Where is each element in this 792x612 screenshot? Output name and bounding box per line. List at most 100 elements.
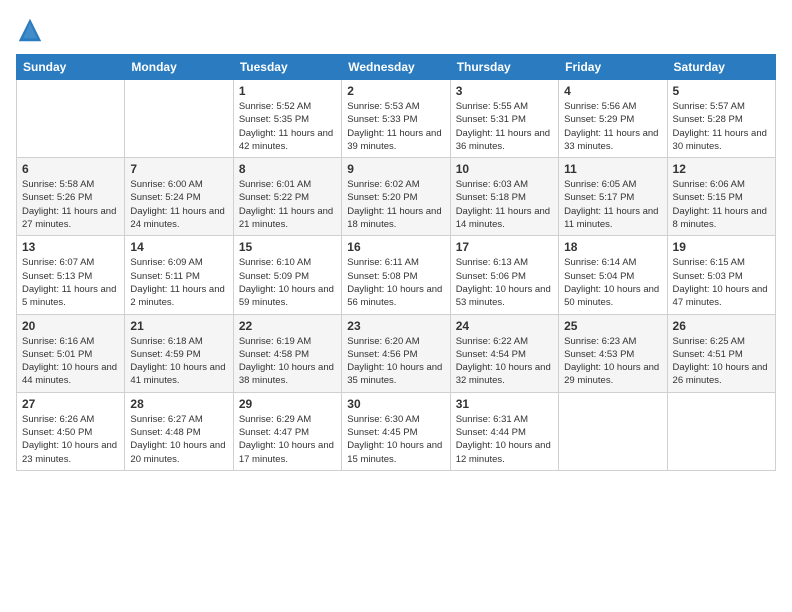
day-number: 17 xyxy=(456,240,553,254)
weekday-header: Sunday xyxy=(17,55,125,80)
calendar-cell: 19 Sunrise: 6:15 AM Sunset: 5:03 PM Dayli… xyxy=(667,236,775,314)
day-number: 23 xyxy=(347,319,444,333)
calendar-cell: 18Sunrise: 6:14 AM Sunset: 5:04 PM Dayli… xyxy=(559,236,667,314)
calendar-week-row: 1 Sunrise: 5:52 AM Sunset: 5:35 PM Daylig… xyxy=(17,80,776,158)
calendar-cell: 28 Sunrise: 6:27 AM Sunset: 4:48 PM Dayli… xyxy=(125,392,233,470)
day-info: Sunrise: 6:01 AM Sunset: 5:22 PM Dayligh… xyxy=(239,178,336,231)
day-info: Sunrise: 6:09 AM Sunset: 5:11 PM Dayligh… xyxy=(130,256,227,309)
calendar-header-row: SundayMondayTuesdayWednesdayThursdayFrid… xyxy=(17,55,776,80)
day-number: 1 xyxy=(239,84,336,98)
day-number: 3 xyxy=(456,84,553,98)
weekday-header: Friday xyxy=(559,55,667,80)
calendar-cell: 11Sunrise: 6:05 AM Sunset: 5:17 PM Dayli… xyxy=(559,158,667,236)
day-info: Sunrise: 6:15 AM Sunset: 5:03 PM Dayligh… xyxy=(673,256,770,309)
day-info: Sunrise: 6:18 AM Sunset: 4:59 PM Dayligh… xyxy=(130,335,227,388)
day-info: Sunrise: 6:22 AM Sunset: 4:54 PM Dayligh… xyxy=(456,335,553,388)
calendar-cell: 3 Sunrise: 5:55 AM Sunset: 5:31 PM Daylig… xyxy=(450,80,558,158)
day-number: 12 xyxy=(673,162,770,176)
calendar-cell: 15 Sunrise: 6:10 AM Sunset: 5:09 PM Dayli… xyxy=(233,236,341,314)
day-info: Sunrise: 6:20 AM Sunset: 4:56 PM Dayligh… xyxy=(347,335,444,388)
calendar-cell: 16 Sunrise: 6:11 AM Sunset: 5:08 PM Dayli… xyxy=(342,236,450,314)
day-info: Sunrise: 6:05 AM Sunset: 5:17 PM Dayligh… xyxy=(564,178,661,231)
weekday-header: Thursday xyxy=(450,55,558,80)
weekday-header: Wednesday xyxy=(342,55,450,80)
day-number: 21 xyxy=(130,319,227,333)
calendar-week-row: 13 Sunrise: 6:07 AM Sunset: 5:13 PM Dayli… xyxy=(17,236,776,314)
calendar-cell: 8 Sunrise: 6:01 AM Sunset: 5:22 PM Daylig… xyxy=(233,158,341,236)
calendar-cell: 4 Sunrise: 5:56 AM Sunset: 5:29 PM Daylig… xyxy=(559,80,667,158)
calendar-cell: 23 Sunrise: 6:20 AM Sunset: 4:56 PM Dayli… xyxy=(342,314,450,392)
weekday-header: Tuesday xyxy=(233,55,341,80)
day-info: Sunrise: 6:07 AM Sunset: 5:13 PM Dayligh… xyxy=(22,256,119,309)
calendar-cell: 21 Sunrise: 6:18 AM Sunset: 4:59 PM Dayli… xyxy=(125,314,233,392)
calendar-cell: 27Sunrise: 6:26 AM Sunset: 4:50 PM Dayli… xyxy=(17,392,125,470)
day-number: 10 xyxy=(456,162,553,176)
day-info: Sunrise: 5:58 AM Sunset: 5:26 PM Dayligh… xyxy=(22,178,119,231)
calendar-cell: 5 Sunrise: 5:57 AM Sunset: 5:28 PM Daylig… xyxy=(667,80,775,158)
day-info: Sunrise: 6:02 AM Sunset: 5:20 PM Dayligh… xyxy=(347,178,444,231)
day-number: 4 xyxy=(564,84,661,98)
day-number: 26 xyxy=(673,319,770,333)
day-info: Sunrise: 5:52 AM Sunset: 5:35 PM Dayligh… xyxy=(239,100,336,153)
day-number: 15 xyxy=(239,240,336,254)
calendar-cell: 30 Sunrise: 6:30 AM Sunset: 4:45 PM Dayli… xyxy=(342,392,450,470)
day-info: Sunrise: 5:56 AM Sunset: 5:29 PM Dayligh… xyxy=(564,100,661,153)
day-number: 2 xyxy=(347,84,444,98)
day-info: Sunrise: 6:27 AM Sunset: 4:48 PM Dayligh… xyxy=(130,413,227,466)
calendar-cell: 22 Sunrise: 6:19 AM Sunset: 4:58 PM Dayli… xyxy=(233,314,341,392)
day-number: 13 xyxy=(22,240,119,254)
day-info: Sunrise: 6:10 AM Sunset: 5:09 PM Dayligh… xyxy=(239,256,336,309)
calendar-cell: 6 Sunrise: 5:58 AM Sunset: 5:26 PM Daylig… xyxy=(17,158,125,236)
day-info: Sunrise: 6:19 AM Sunset: 4:58 PM Dayligh… xyxy=(239,335,336,388)
day-info: Sunrise: 6:23 AM Sunset: 4:53 PM Dayligh… xyxy=(564,335,661,388)
day-number: 7 xyxy=(130,162,227,176)
day-info: Sunrise: 6:25 AM Sunset: 4:51 PM Dayligh… xyxy=(673,335,770,388)
calendar-week-row: 6 Sunrise: 5:58 AM Sunset: 5:26 PM Daylig… xyxy=(17,158,776,236)
calendar-cell: 29 Sunrise: 6:29 AM Sunset: 4:47 PM Dayli… xyxy=(233,392,341,470)
page-header xyxy=(16,16,776,44)
day-number: 24 xyxy=(456,319,553,333)
day-info: Sunrise: 6:16 AM Sunset: 5:01 PM Dayligh… xyxy=(22,335,119,388)
calendar-cell: 13 Sunrise: 6:07 AM Sunset: 5:13 PM Dayli… xyxy=(17,236,125,314)
day-number: 5 xyxy=(673,84,770,98)
day-number: 8 xyxy=(239,162,336,176)
calendar-cell: 9Sunrise: 6:02 AM Sunset: 5:20 PM Daylig… xyxy=(342,158,450,236)
day-number: 19 xyxy=(673,240,770,254)
day-info: Sunrise: 6:11 AM Sunset: 5:08 PM Dayligh… xyxy=(347,256,444,309)
day-number: 25 xyxy=(564,319,661,333)
day-info: Sunrise: 6:00 AM Sunset: 5:24 PM Dayligh… xyxy=(130,178,227,231)
calendar-cell: 26 Sunrise: 6:25 AM Sunset: 4:51 PM Dayli… xyxy=(667,314,775,392)
calendar-cell xyxy=(125,80,233,158)
calendar-week-row: 27Sunrise: 6:26 AM Sunset: 4:50 PM Dayli… xyxy=(17,392,776,470)
calendar-cell: 24 Sunrise: 6:22 AM Sunset: 4:54 PM Dayli… xyxy=(450,314,558,392)
day-info: Sunrise: 6:14 AM Sunset: 5:04 PM Dayligh… xyxy=(564,256,661,309)
day-info: Sunrise: 6:29 AM Sunset: 4:47 PM Dayligh… xyxy=(239,413,336,466)
day-number: 28 xyxy=(130,397,227,411)
calendar-cell: 25 Sunrise: 6:23 AM Sunset: 4:53 PM Dayli… xyxy=(559,314,667,392)
day-number: 20 xyxy=(22,319,119,333)
day-info: Sunrise: 6:26 AM Sunset: 4:50 PM Dayligh… xyxy=(22,413,119,466)
calendar-cell xyxy=(17,80,125,158)
calendar-table: SundayMondayTuesdayWednesdayThursdayFrid… xyxy=(16,54,776,471)
day-info: Sunrise: 5:57 AM Sunset: 5:28 PM Dayligh… xyxy=(673,100,770,153)
calendar-cell xyxy=(559,392,667,470)
calendar-cell: 20 Sunrise: 6:16 AM Sunset: 5:01 PM Dayli… xyxy=(17,314,125,392)
calendar-cell: 31 Sunrise: 6:31 AM Sunset: 4:44 PM Dayli… xyxy=(450,392,558,470)
day-info: Sunrise: 6:31 AM Sunset: 4:44 PM Dayligh… xyxy=(456,413,553,466)
day-info: Sunrise: 6:30 AM Sunset: 4:45 PM Dayligh… xyxy=(347,413,444,466)
day-number: 6 xyxy=(22,162,119,176)
day-number: 29 xyxy=(239,397,336,411)
day-number: 31 xyxy=(456,397,553,411)
logo-icon xyxy=(16,16,44,44)
day-info: Sunrise: 6:06 AM Sunset: 5:15 PM Dayligh… xyxy=(673,178,770,231)
day-info: Sunrise: 6:13 AM Sunset: 5:06 PM Dayligh… xyxy=(456,256,553,309)
day-info: Sunrise: 5:55 AM Sunset: 5:31 PM Dayligh… xyxy=(456,100,553,153)
day-number: 14 xyxy=(130,240,227,254)
day-number: 22 xyxy=(239,319,336,333)
calendar-cell: 1 Sunrise: 5:52 AM Sunset: 5:35 PM Daylig… xyxy=(233,80,341,158)
day-info: Sunrise: 5:53 AM Sunset: 5:33 PM Dayligh… xyxy=(347,100,444,153)
day-number: 16 xyxy=(347,240,444,254)
logo xyxy=(16,16,48,44)
calendar-cell: 14 Sunrise: 6:09 AM Sunset: 5:11 PM Dayli… xyxy=(125,236,233,314)
day-number: 30 xyxy=(347,397,444,411)
